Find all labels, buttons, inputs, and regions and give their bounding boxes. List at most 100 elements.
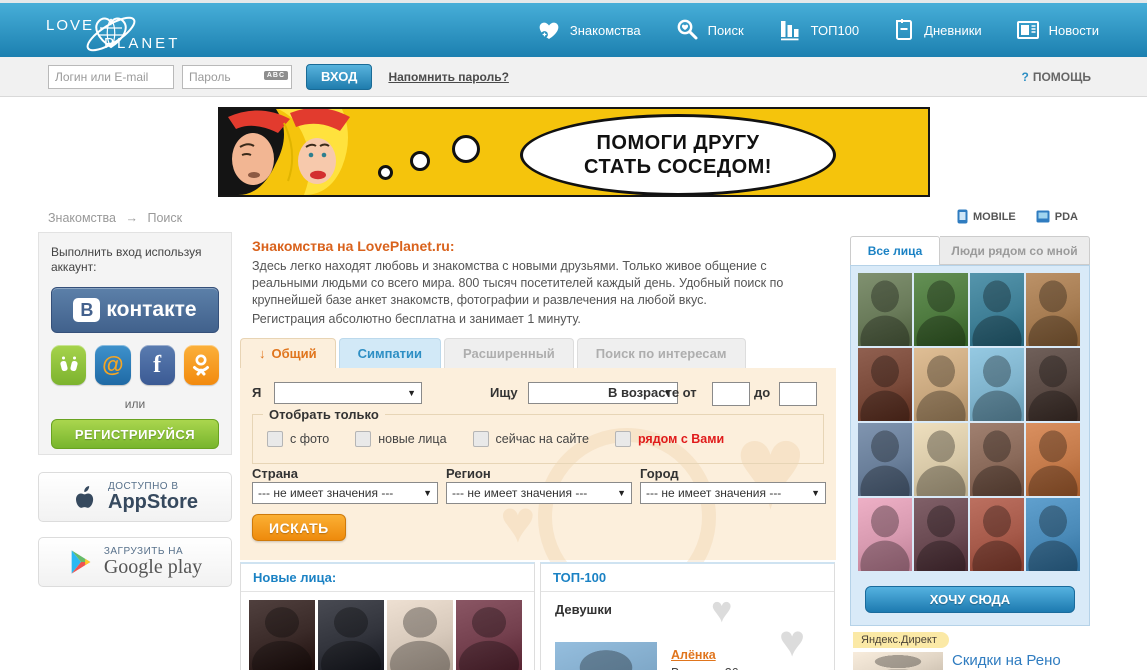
top100-title[interactable]: ТОП-100 xyxy=(541,564,834,592)
country-select[interactable]: --- не имеет значения --- ▼ xyxy=(252,482,438,504)
appstore-button[interactable]: ДОСТУПНО В AppStore xyxy=(38,472,232,522)
breadcrumb-dating[interactable]: Знакомства xyxy=(48,211,116,225)
top100-profile-info: Алёнка Возраст: 26 лет Россия, Москва xyxy=(671,646,762,670)
register-button[interactable]: РЕГИСТРИРУЙСЯ xyxy=(51,419,219,449)
profile-photo[interactable] xyxy=(914,423,968,496)
region-select[interactable]: --- не имеет значения --- ▼ xyxy=(446,482,632,504)
checkbox-with-photo[interactable]: с фото xyxy=(267,431,329,447)
age-to-input[interactable] xyxy=(779,382,817,406)
want-here-button[interactable]: ХОЧУ СЮДА xyxy=(865,586,1075,613)
age-from-input[interactable] xyxy=(712,382,750,406)
top100-profile-photo[interactable] xyxy=(555,642,657,670)
city-select[interactable]: --- не имеет значения --- ▼ xyxy=(640,482,826,504)
tab-interests[interactable]: Поиск по интересам xyxy=(576,338,746,368)
profile-photo[interactable] xyxy=(858,423,912,496)
nav-item-news[interactable]: Новости xyxy=(1016,19,1099,41)
checkbox-icon[interactable] xyxy=(614,431,631,447)
heart-plus-icon xyxy=(539,22,559,39)
breadcrumb-search[interactable]: Поиск xyxy=(147,211,182,225)
profile-photo[interactable] xyxy=(914,348,968,421)
magnifier-heart-icon xyxy=(677,19,698,40)
nav-item-diaries[interactable]: Дневники xyxy=(893,18,982,42)
login-input[interactable] xyxy=(48,64,174,89)
appstore-label: AppStore xyxy=(108,490,198,513)
enter-button[interactable]: ВХОД xyxy=(306,63,373,90)
checkbox-near-you[interactable]: рядом с Вами xyxy=(614,431,724,447)
pda-link[interactable]: PDA xyxy=(1036,209,1078,224)
i-select[interactable]: ▼ xyxy=(274,382,422,404)
page-title: Знакомства на LovePlanet.ru: xyxy=(252,238,455,254)
loveplanet-logo[interactable]: LOVE PLANET xyxy=(46,9,196,53)
yandex-direct-label[interactable]: Яндекс.Директ xyxy=(853,632,949,648)
password-wrap: ABC xyxy=(182,64,292,89)
mailru-login-button[interactable]: @ xyxy=(95,345,131,385)
profile-photo[interactable] xyxy=(1026,498,1080,571)
top100-profile-age: Возраст: 26 лет xyxy=(671,664,762,670)
checkbox-icon[interactable] xyxy=(355,431,372,447)
heart-decoration-icon: ♥ xyxy=(779,617,806,666)
logo-text-planet: PLANET xyxy=(104,35,181,52)
tab-sympathies[interactable]: Симпатии xyxy=(338,338,442,368)
thought-dot xyxy=(378,165,393,180)
new-face-photo[interactable] xyxy=(249,600,315,670)
tab-general[interactable]: ↓ Общий xyxy=(240,338,336,368)
profile-photo[interactable] xyxy=(858,498,912,571)
vkontakte-login-button[interactable]: В контакте xyxy=(51,287,219,333)
googleplay-button[interactable]: ЗАГРУЗИТЬ НА Google play xyxy=(38,537,232,587)
checkbox-label: с фото xyxy=(290,432,330,446)
profile-photo[interactable] xyxy=(858,348,912,421)
new-face-photo[interactable] xyxy=(318,600,384,670)
top100-profile-name[interactable]: Алёнка xyxy=(671,646,762,664)
i-label: Я xyxy=(252,385,262,400)
profile-photo[interactable] xyxy=(970,498,1024,571)
tab-people-nearby[interactable]: Люди рядом со мной xyxy=(940,236,1090,265)
nav-item-top100[interactable]: ТОП100 xyxy=(778,19,860,41)
profile-photo[interactable] xyxy=(970,348,1024,421)
mobile-label: MOBILE xyxy=(972,210,1016,223)
odnoklassniki-login-button[interactable] xyxy=(183,345,219,385)
tab-all-faces[interactable]: Все лица xyxy=(850,236,940,265)
ad-thumbnail[interactable] xyxy=(853,652,943,670)
city-label: Город xyxy=(640,466,679,481)
facebook-login-button[interactable]: f xyxy=(139,345,175,385)
search-button[interactable]: ИСКАТЬ xyxy=(252,514,346,541)
help-link[interactable]: ? ПОМОЩЬ xyxy=(1022,70,1092,84)
pda-device-icon xyxy=(1036,210,1050,223)
profile-photo[interactable] xyxy=(1026,273,1080,346)
yaru-login-button[interactable] xyxy=(51,345,87,385)
new-faces-grid xyxy=(241,592,534,670)
new-face-photo[interactable] xyxy=(456,600,522,670)
page-description: Здесь легко находят любовь и знакомства … xyxy=(252,259,784,307)
registration-note: Регистрация абсолютно бесплатна и занима… xyxy=(252,312,581,326)
mobile-phone-icon xyxy=(957,209,968,224)
checkbox-new-faces[interactable]: новые лица xyxy=(355,431,447,447)
caret-down-icon: ▼ xyxy=(811,488,820,498)
remind-password-link[interactable]: Напомнить пароль? xyxy=(388,70,508,84)
glasses-icon xyxy=(60,356,78,372)
nav-label: Новости xyxy=(1048,22,1099,38)
country-label: Страна xyxy=(252,466,299,481)
ad-link[interactable]: Скидки на Рено xyxy=(952,652,1061,669)
nav-item-dating[interactable]: Знакомства xyxy=(537,19,641,41)
checkbox-online-now[interactable]: сейчас на сайте xyxy=(472,431,589,447)
profile-photo[interactable] xyxy=(914,273,968,346)
age-from-label: В возрасте от xyxy=(608,385,697,400)
nav-label: ТОП100 xyxy=(810,22,860,38)
mobile-link[interactable]: MOBILE xyxy=(957,209,1016,224)
profile-photo[interactable] xyxy=(1026,348,1080,421)
profile-photo[interactable] xyxy=(858,273,912,346)
profile-photo[interactable] xyxy=(914,498,968,571)
new-faces-title[interactable]: Новые лица: xyxy=(241,564,534,592)
tab-advanced[interactable]: Расширенный xyxy=(444,338,574,368)
checkbox-icon[interactable] xyxy=(472,431,489,447)
profile-photo[interactable] xyxy=(970,423,1024,496)
checkbox-icon[interactable] xyxy=(267,431,283,447)
profile-photo[interactable] xyxy=(970,273,1024,346)
ad-banner[interactable]: ПОМОГИ ДРУГУ СТАТЬ СОСЕДОМ! xyxy=(218,107,930,197)
new-face-photo[interactable] xyxy=(387,600,453,670)
nav-item-search[interactable]: Поиск xyxy=(675,18,744,42)
vk-logo-icon: В xyxy=(73,298,101,322)
profile-photo[interactable] xyxy=(1026,423,1080,496)
faces-tabs: Все лица Люди рядом со мной xyxy=(850,236,1090,265)
main-nav: Знакомства Поиск ТОП100 Дневники Новости xyxy=(537,3,1099,57)
